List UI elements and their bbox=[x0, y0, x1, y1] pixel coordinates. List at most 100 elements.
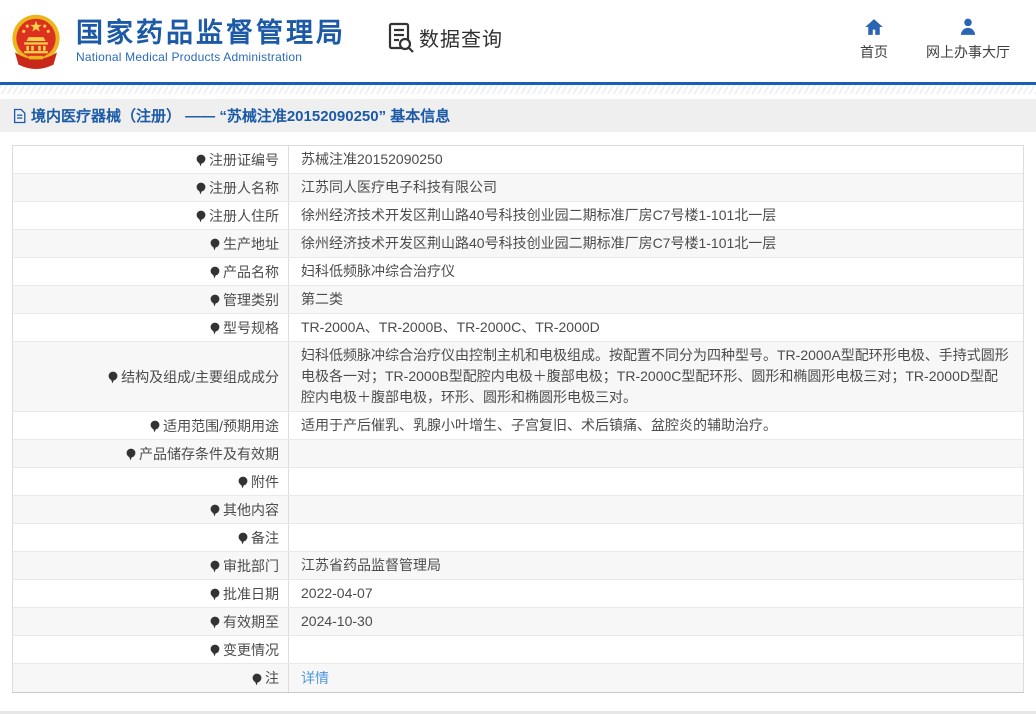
table-row: 变更情况 bbox=[13, 636, 1023, 664]
row-label: 变更情况 bbox=[13, 636, 289, 663]
note-icon bbox=[210, 238, 220, 251]
table-row: 管理类别 第二类 bbox=[13, 286, 1023, 314]
data-query-section[interactable]: 数据查询 bbox=[388, 22, 503, 53]
row-label-text: 有效期至 bbox=[223, 613, 279, 630]
row-value-text: 徐州经济技术开发区荆山路40号科技创业园二期标准厂房C7号楼1-101北一层 bbox=[301, 207, 777, 223]
row-label-text: 产品名称 bbox=[223, 263, 279, 280]
row-label-text: 其他内容 bbox=[223, 501, 279, 518]
breadcrumb: 境内医疗器械（注册） —— “苏械注准20152090250” 基本信息 bbox=[0, 99, 1036, 132]
note-icon bbox=[196, 210, 206, 223]
row-label-text: 注册人住所 bbox=[209, 207, 279, 224]
nav-home[interactable]: 首页 bbox=[860, 17, 888, 62]
note-icon bbox=[238, 532, 248, 545]
row-value-text: 徐州经济技术开发区荆山路40号科技创业园二期标准厂房C7号楼1-101北一层 bbox=[301, 235, 777, 251]
row-value: 2024-10-30 bbox=[289, 608, 1023, 635]
table-row: 附件 bbox=[13, 468, 1023, 496]
row-value bbox=[289, 496, 1023, 523]
data-query-label: 数据查询 bbox=[419, 28, 503, 51]
row-label: 审批部门 bbox=[13, 552, 289, 579]
row-value: 徐州经济技术开发区荆山路40号科技创业园二期标准厂房C7号楼1-101北一层 bbox=[289, 230, 1023, 257]
row-label: 批准日期 bbox=[13, 580, 289, 607]
row-value: 江苏同人医疗电子科技有限公司 bbox=[289, 174, 1023, 201]
row-label: 注册人名称 bbox=[13, 174, 289, 201]
row-label-text: 注册人名称 bbox=[209, 179, 279, 196]
row-label: 注 bbox=[13, 664, 289, 692]
row-value-text: 2024-10-30 bbox=[301, 613, 373, 629]
home-icon bbox=[865, 18, 883, 35]
note-icon bbox=[210, 588, 220, 601]
details-link[interactable]: 详情 bbox=[301, 668, 329, 689]
row-label: 生产地址 bbox=[13, 230, 289, 257]
row-label: 附件 bbox=[13, 468, 289, 495]
row-label: 其他内容 bbox=[13, 496, 289, 523]
table-row: 注册证编号 苏械注准20152090250 bbox=[13, 146, 1023, 174]
row-value-text: 第二类 bbox=[301, 291, 343, 307]
note-icon bbox=[252, 673, 262, 686]
row-value: 详情 bbox=[289, 664, 1023, 692]
note-icon bbox=[108, 371, 118, 384]
page: 国家药品监督管理局 National Medical Products Admi… bbox=[0, 0, 1036, 711]
note-icon bbox=[196, 182, 206, 195]
table-row: 型号规格 TR-2000A、TR-2000B、TR-2000C、TR-2000D bbox=[13, 314, 1023, 342]
row-value-text: 苏械注准20152090250 bbox=[301, 151, 443, 167]
row-label-text: 审批部门 bbox=[223, 557, 279, 574]
row-label-text: 附件 bbox=[251, 473, 279, 490]
row-label: 有效期至 bbox=[13, 608, 289, 635]
row-value-text: 江苏省药品监督管理局 bbox=[301, 557, 441, 573]
row-value: 妇科低频脉冲综合治疗仪 bbox=[289, 258, 1023, 285]
nav-service-hall[interactable]: 网上办事大厅 bbox=[926, 17, 1010, 62]
row-label: 产品名称 bbox=[13, 258, 289, 285]
row-label: 管理类别 bbox=[13, 286, 289, 313]
note-icon bbox=[150, 420, 160, 433]
note-icon bbox=[210, 560, 220, 573]
row-value: 苏械注准20152090250 bbox=[289, 146, 1023, 173]
row-label-text: 备注 bbox=[251, 529, 279, 546]
table-row: 注 详情 bbox=[13, 664, 1023, 692]
note-icon bbox=[210, 644, 220, 657]
row-label-text: 变更情况 bbox=[223, 641, 279, 658]
table-row: 备注 bbox=[13, 524, 1023, 552]
site-title: 国家药品监督管理局 bbox=[76, 18, 346, 48]
national-emblem-logo bbox=[12, 14, 60, 69]
table-row: 有效期至 2024-10-30 bbox=[13, 608, 1023, 636]
row-label: 结构及组成/主要组成成分 bbox=[13, 342, 289, 411]
row-label: 型号规格 bbox=[13, 314, 289, 341]
nav-home-label: 首页 bbox=[860, 43, 888, 60]
table-row: 产品储存条件及有效期 bbox=[13, 440, 1023, 468]
header-nav: 首页 网上办事大厅 bbox=[860, 17, 1010, 62]
row-label: 产品储存条件及有效期 bbox=[13, 440, 289, 467]
row-value: 适用于产后催乳、乳腺小叶增生、子宫复旧、术后镇痛、盆腔炎的辅助治疗。 bbox=[289, 412, 1023, 439]
row-value-text: 适用于产后催乳、乳腺小叶增生、子宫复旧、术后镇痛、盆腔炎的辅助治疗。 bbox=[301, 417, 777, 433]
row-value: 第二类 bbox=[289, 286, 1023, 313]
note-icon bbox=[126, 448, 136, 461]
row-value bbox=[289, 524, 1023, 551]
table-row: 结构及组成/主要组成成分 妇科低频脉冲综合治疗仪由控制主机和电极组成。按配置不同… bbox=[13, 342, 1023, 412]
row-label-text: 注 bbox=[265, 670, 279, 686]
row-value: 徐州经济技术开发区荆山路40号科技创业园二期标准厂房C7号楼1-101北一层 bbox=[289, 202, 1023, 229]
row-label-text: 生产地址 bbox=[223, 235, 279, 252]
user-icon bbox=[960, 18, 976, 35]
row-label: 注册人住所 bbox=[13, 202, 289, 229]
row-label: 注册证编号 bbox=[13, 146, 289, 173]
row-value-text: 妇科低频脉冲综合治疗仪 bbox=[301, 263, 455, 279]
row-label-text: 注册证编号 bbox=[209, 151, 279, 168]
row-label-text: 批准日期 bbox=[223, 585, 279, 602]
registration-info-table: 注册证编号 苏械注准20152090250 注册人名称 江苏同人医疗电子科技有限… bbox=[12, 145, 1024, 693]
note-icon bbox=[210, 266, 220, 279]
table-row: 其他内容 bbox=[13, 496, 1023, 524]
row-label-text: 型号规格 bbox=[223, 319, 279, 336]
brand-block: 国家药品监督管理局 National Medical Products Admi… bbox=[76, 18, 346, 64]
table-row: 生产地址 徐州经济技术开发区荆山路40号科技创业园二期标准厂房C7号楼1-101… bbox=[13, 230, 1023, 258]
row-label: 备注 bbox=[13, 524, 289, 551]
row-label-text: 适用范围/预期用途 bbox=[163, 417, 279, 434]
table-row: 注册人名称 江苏同人医疗电子科技有限公司 bbox=[13, 174, 1023, 202]
note-icon bbox=[210, 616, 220, 629]
row-value bbox=[289, 440, 1023, 467]
row-value bbox=[289, 636, 1023, 663]
page-title: 境内医疗器械（注册） —— “苏械注准20152090250” 基本信息 bbox=[31, 108, 451, 125]
table-row: 适用范围/预期用途 适用于产后催乳、乳腺小叶增生、子宫复旧、术后镇痛、盆腔炎的辅… bbox=[13, 412, 1023, 440]
row-label: 适用范围/预期用途 bbox=[13, 412, 289, 439]
table-row: 产品名称 妇科低频脉冲综合治疗仪 bbox=[13, 258, 1023, 286]
note-icon bbox=[238, 476, 248, 489]
row-value bbox=[289, 468, 1023, 495]
